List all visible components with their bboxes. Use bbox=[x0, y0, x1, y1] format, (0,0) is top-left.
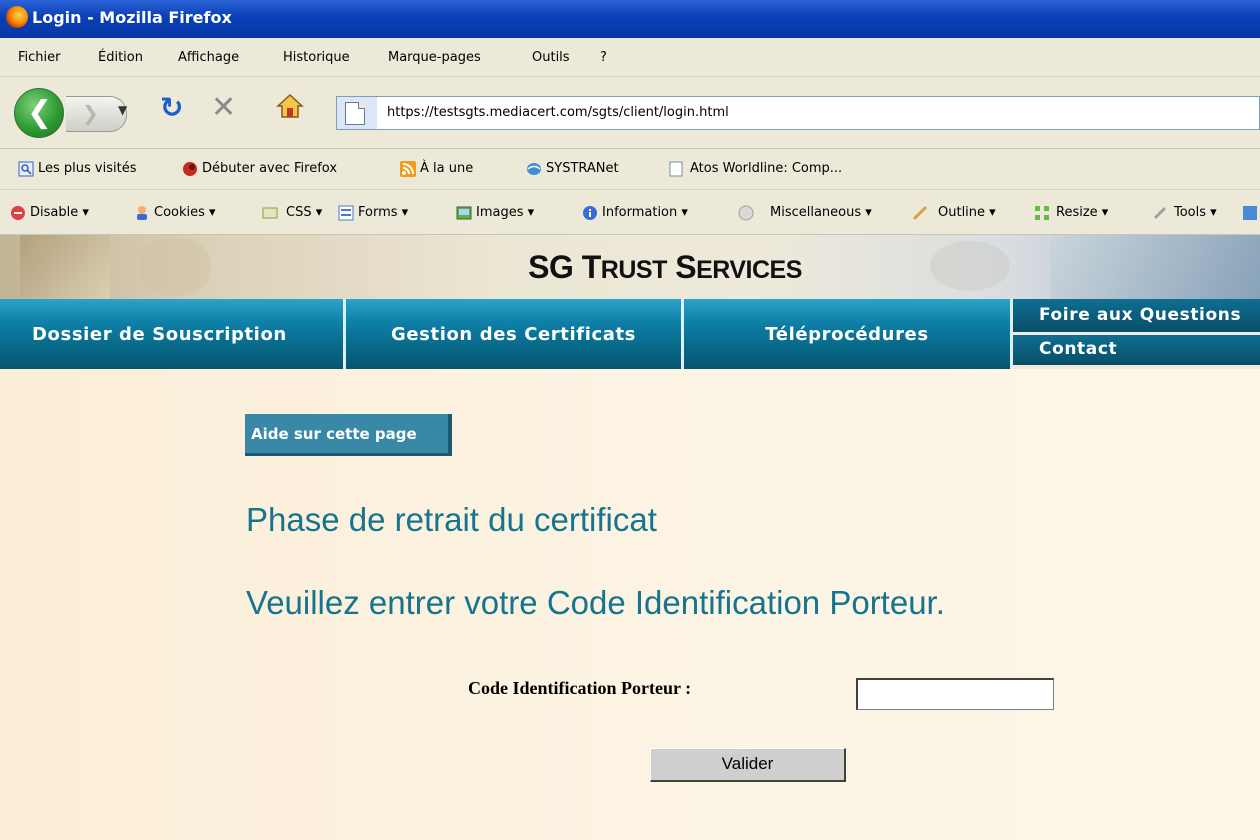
url-text[interactable]: https://testsgts.mediacert.com/sgts/clie… bbox=[387, 105, 729, 120]
devbar-tools-label: Tools bbox=[1174, 205, 1207, 220]
menu-bar: Fichier Édition Affichage Historique Mar… bbox=[0, 38, 1260, 77]
site-brand[interactable]: SG TRUST SERVICES bbox=[0, 249, 1260, 286]
menu-outils[interactable]: Outils bbox=[532, 50, 570, 65]
outline-icon bbox=[912, 205, 928, 221]
page-bookmark-icon bbox=[669, 161, 683, 177]
code-porteur-label: Code Identification Porteur : bbox=[468, 678, 692, 698]
menu-marque-pages[interactable]: Marque-pages bbox=[388, 50, 481, 65]
window-titlebar: Login - Mozilla Firefox bbox=[0, 0, 1260, 38]
rss-feed-icon bbox=[400, 161, 416, 177]
web-page: SG TRUST SERVICES Dossier de Souscriptio… bbox=[0, 235, 1260, 840]
brand-part: SG T bbox=[528, 249, 601, 285]
window-title: Login - Mozilla Firefox bbox=[32, 8, 232, 27]
devbar-cookies-label: Cookies bbox=[154, 205, 205, 220]
devbar-images-label: Images bbox=[476, 205, 524, 220]
menu-historique[interactable]: Historique bbox=[283, 50, 350, 65]
site-banner: SG TRUST SERVICES bbox=[0, 235, 1260, 299]
nav-faq-label: Foire aux Questions bbox=[1039, 305, 1242, 325]
devbar-outline-label: Outline bbox=[938, 205, 986, 220]
code-porteur-input[interactable] bbox=[856, 678, 1054, 710]
web-developer-toolbar: Disable ▾ Cookies ▾ CSS ▾ Forms ▾ Images… bbox=[0, 190, 1260, 235]
bookmarks-toolbar: Les plus visités Débuter avec Firefox À … bbox=[0, 149, 1260, 190]
css-icon bbox=[262, 207, 278, 219]
brand-part: ERVICES bbox=[696, 256, 802, 284]
menu-help[interactable]: ? bbox=[600, 50, 607, 65]
devbar-outline[interactable]: Outline ▾ bbox=[938, 205, 996, 220]
information-icon bbox=[583, 206, 597, 220]
submit-button[interactable]: Valider bbox=[650, 748, 846, 782]
view-source-icon[interactable] bbox=[1242, 205, 1258, 221]
devbar-forms-label: Forms bbox=[358, 205, 398, 220]
images-icon bbox=[456, 206, 472, 220]
firefox-bookmark-icon bbox=[183, 162, 197, 176]
most-visited-icon bbox=[18, 161, 34, 177]
nav-secondary: Foire aux Questions Contact bbox=[1013, 299, 1260, 369]
devbar-tools[interactable]: Tools ▾ bbox=[1174, 205, 1217, 220]
devbar-images[interactable]: Images ▾ bbox=[476, 205, 534, 220]
systranet-icon bbox=[527, 163, 541, 175]
disable-icon bbox=[11, 206, 25, 220]
resize-icon bbox=[1035, 206, 1049, 220]
tools-icon bbox=[1153, 206, 1167, 220]
help-button-label: Aide sur cette page bbox=[251, 425, 417, 443]
bookmark-systranet[interactable]: SYSTRANet bbox=[546, 161, 619, 176]
brand-part: RUST bbox=[600, 256, 668, 284]
nav-tab-dossier-souscription[interactable]: Dossier de Souscription bbox=[0, 299, 346, 369]
page-icon bbox=[345, 102, 365, 125]
page-title: Phase de retrait du certificat bbox=[246, 501, 657, 538]
forms-icon bbox=[338, 205, 354, 221]
menu-fichier[interactable]: Fichier bbox=[18, 50, 61, 65]
forward-arrow-icon: ❯ bbox=[82, 101, 99, 125]
bookmark-getting-started[interactable]: Débuter avec Firefox bbox=[202, 161, 337, 176]
brand-part: S bbox=[666, 249, 697, 285]
devbar-miscellaneous-label: Miscellaneous bbox=[770, 205, 862, 220]
stop-icon[interactable]: ✕ bbox=[211, 90, 236, 125]
menu-edition[interactable]: Édition bbox=[98, 50, 143, 65]
navigation-toolbar: ❯ ❮ ▼ ↻ ✕ https://testsgts.mediacert.com… bbox=[0, 77, 1260, 149]
bookmark-most-visited[interactable]: Les plus visités bbox=[38, 161, 136, 176]
nav-contact[interactable]: Contact bbox=[1013, 335, 1260, 365]
devbar-resize[interactable]: Resize ▾ bbox=[1056, 205, 1108, 220]
devbar-disable-label: Disable bbox=[30, 205, 79, 220]
nav-tab-gestion-certificats[interactable]: Gestion des Certificats bbox=[346, 299, 684, 369]
devbar-information-label: Information bbox=[602, 205, 678, 220]
back-arrow-icon: ❮ bbox=[27, 95, 53, 130]
nav-contact-label: Contact bbox=[1039, 339, 1118, 359]
devbar-forms[interactable]: Forms ▾ bbox=[358, 205, 408, 220]
devbar-disable[interactable]: Disable ▾ bbox=[30, 205, 89, 220]
cookies-icon bbox=[137, 206, 147, 220]
url-bar[interactable]: https://testsgts.mediacert.com/sgts/clie… bbox=[336, 96, 1260, 130]
home-icon[interactable] bbox=[276, 93, 304, 119]
nav-tab-label: Téléprocédures bbox=[765, 324, 929, 345]
instruction-heading: Veuillez entrer votre Code Identificatio… bbox=[246, 584, 945, 621]
nav-tab-label: Gestion des Certificats bbox=[391, 324, 636, 345]
back-button[interactable]: ❮ bbox=[14, 88, 64, 138]
devbar-cookies[interactable]: Cookies ▾ bbox=[154, 205, 216, 220]
devbar-information[interactable]: Information ▾ bbox=[602, 205, 688, 220]
nav-tab-label: Dossier de Souscription bbox=[32, 324, 287, 345]
help-button[interactable]: Aide sur cette page bbox=[245, 414, 452, 456]
history-dropdown-icon[interactable]: ▼ bbox=[118, 103, 127, 117]
bookmark-atos-worldline[interactable]: Atos Worldline: Comp... bbox=[690, 161, 842, 176]
reload-icon[interactable]: ↻ bbox=[160, 91, 183, 124]
site-main-nav: Dossier de Souscription Gestion des Cert… bbox=[0, 299, 1260, 369]
miscellaneous-icon bbox=[738, 205, 754, 221]
firefox-logo-icon bbox=[6, 6, 28, 28]
menu-affichage[interactable]: Affichage bbox=[178, 50, 239, 65]
nav-faq[interactable]: Foire aux Questions bbox=[1013, 299, 1260, 332]
devbar-css[interactable]: CSS ▾ bbox=[286, 205, 322, 220]
devbar-resize-label: Resize bbox=[1056, 205, 1098, 220]
devbar-miscellaneous[interactable]: Miscellaneous ▾ bbox=[770, 205, 872, 220]
bookmark-latest-headlines[interactable]: À la une bbox=[420, 161, 473, 176]
devbar-css-label: CSS bbox=[286, 205, 312, 220]
nav-tab-teleprocedures[interactable]: Téléprocédures bbox=[684, 299, 1013, 369]
